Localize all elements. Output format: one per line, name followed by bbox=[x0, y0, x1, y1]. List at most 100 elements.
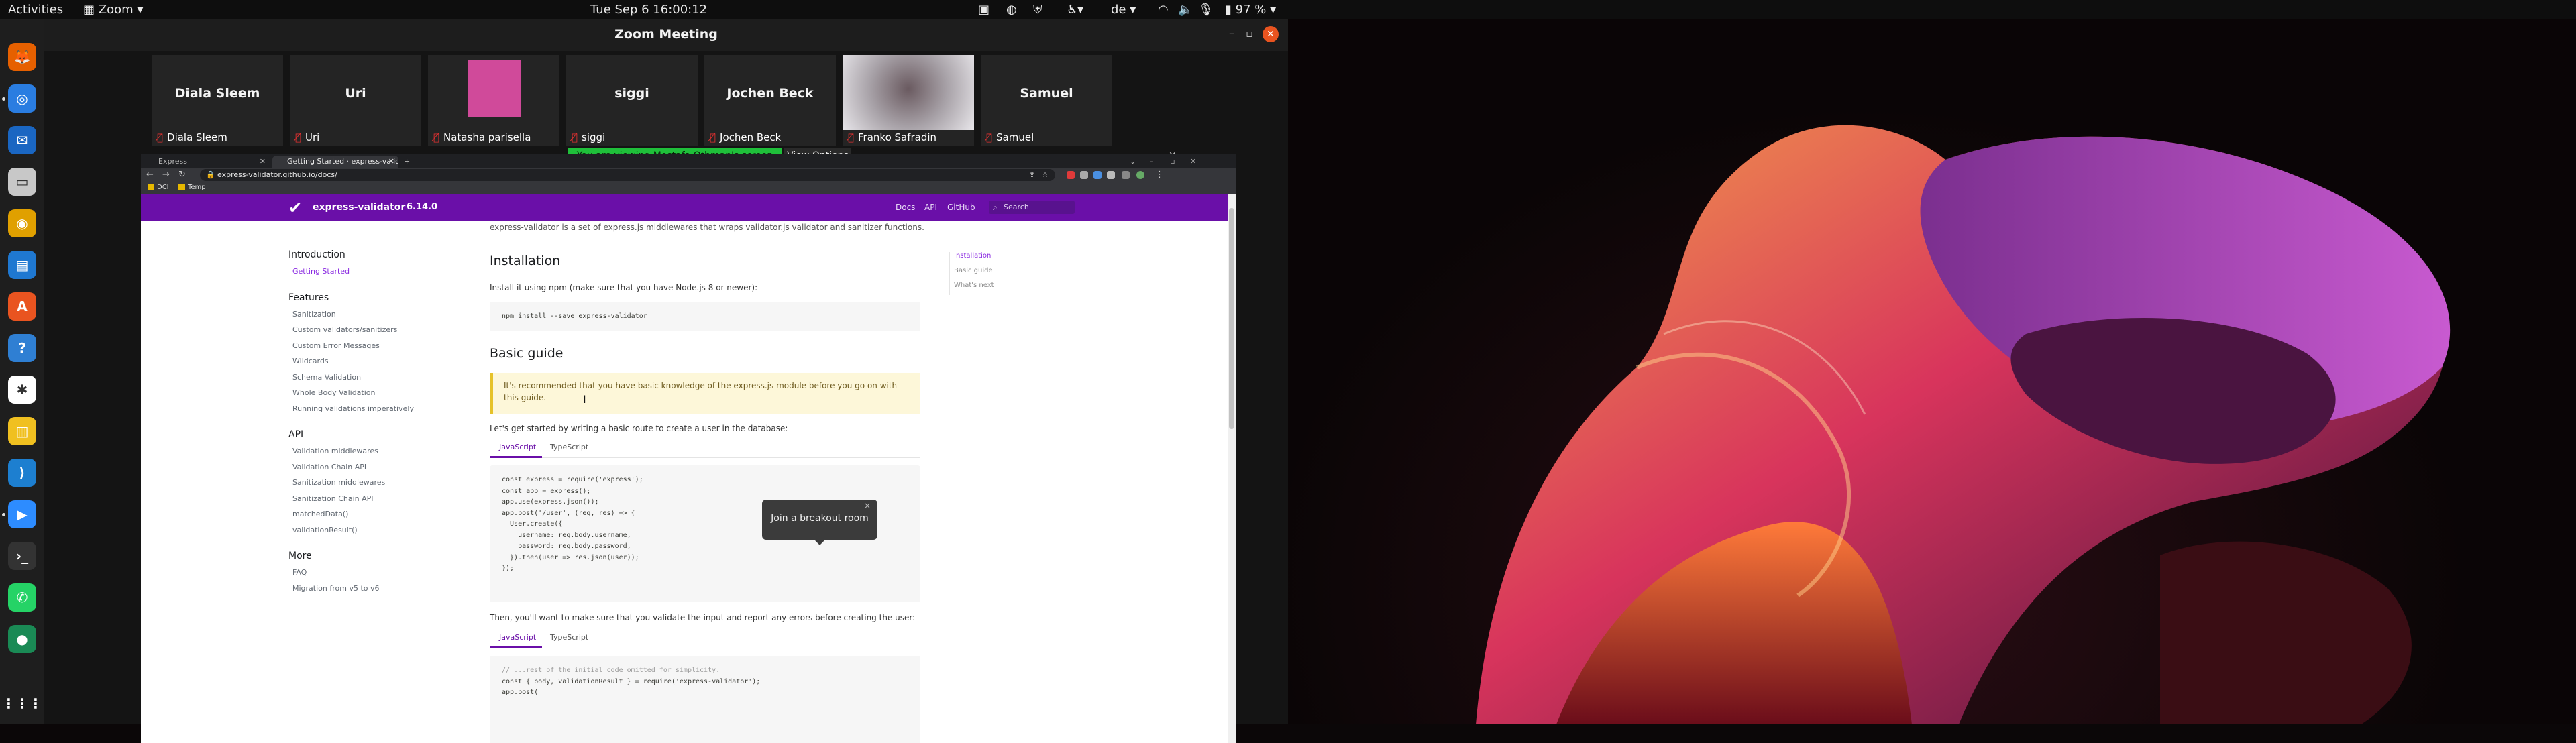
tab-typescript[interactable]: TypeScript bbox=[550, 633, 588, 642]
clock[interactable]: Tue Sep 6 16:00:12 bbox=[590, 3, 707, 17]
tab-search-icon[interactable]: ⌄ bbox=[1127, 156, 1140, 168]
sidebar-item[interactable]: Sanitization middlewares bbox=[292, 478, 385, 487]
help-icon[interactable]: ? bbox=[8, 334, 36, 362]
share-page-icon[interactable]: ⇪ bbox=[1029, 169, 1035, 181]
toc-item-installation[interactable]: Installation bbox=[954, 252, 991, 260]
zoom-tray-icon[interactable]: ▣ bbox=[978, 3, 989, 17]
battery-indicator[interactable]: ▮ 97 % ▾ bbox=[1225, 3, 1276, 17]
sidebar-item[interactable]: matchedData() bbox=[292, 510, 348, 518]
page-scrollbar[interactable] bbox=[1228, 194, 1236, 743]
nav-docs[interactable]: Docs bbox=[896, 203, 915, 212]
extension-icon[interactable] bbox=[1080, 171, 1088, 179]
sidebar-item[interactable]: Sanitization Chain API bbox=[292, 494, 374, 503]
sidebar-heading[interactable]: More bbox=[288, 551, 312, 561]
firefox-icon[interactable]: 🦊 bbox=[8, 43, 36, 71]
minimize-button[interactable]: – bbox=[1229, 27, 1234, 40]
sidebar-icon[interactable] bbox=[1122, 171, 1130, 179]
nav-api[interactable]: API bbox=[924, 203, 937, 212]
install-code-block[interactable]: npm install --save express-validator bbox=[490, 302, 920, 331]
terminal-icon[interactable]: ›_ bbox=[8, 542, 36, 570]
tab-javascript[interactable]: JavaScript bbox=[499, 633, 536, 642]
sidebar-item[interactable]: Sanitization bbox=[292, 310, 336, 319]
sidebar-item[interactable]: validationResult() bbox=[292, 526, 358, 534]
sidebar-item[interactable]: Migration from v5 to v6 bbox=[292, 584, 380, 593]
more-menu-icon[interactable]: ⋮ bbox=[1155, 170, 1164, 180]
tab-typescript[interactable]: TypeScript bbox=[550, 443, 588, 451]
breakout-room-popup[interactable]: × Join a breakout room bbox=[762, 500, 877, 545]
sidebar-heading[interactable]: Introduction bbox=[288, 249, 345, 260]
shield-tray-icon[interactable]: ⛨ bbox=[1033, 3, 1042, 17]
code-block-validation[interactable]: // ...rest of the initial code omitted f… bbox=[490, 656, 920, 743]
files-icon[interactable]: ▭ bbox=[8, 168, 36, 196]
slack-icon[interactable]: ✱ bbox=[8, 376, 36, 404]
toc-item-whats-next[interactable]: What's next bbox=[954, 282, 994, 289]
browser-tab-getting-started[interactable]: Getting Started · express-validat ✕ bbox=[272, 156, 398, 168]
close-icon[interactable]: × bbox=[864, 501, 871, 510]
back-icon[interactable]: ← bbox=[146, 170, 154, 180]
volume-icon[interactable]: 🔈 bbox=[1178, 3, 1193, 17]
sidebar-item[interactable]: Custom validators/sanitizers bbox=[292, 325, 397, 334]
nav-github[interactable]: GitHub bbox=[947, 203, 975, 212]
browser-minimize-icon[interactable]: – bbox=[1147, 156, 1161, 168]
sidebar-item[interactable]: Custom Error Messages bbox=[292, 341, 380, 350]
new-tab-icon[interactable]: + bbox=[400, 156, 416, 168]
extension-icon[interactable] bbox=[1093, 171, 1102, 179]
participant-tile[interactable]: siggi 🎙̸ siggi bbox=[566, 55, 698, 146]
software-icon[interactable]: A bbox=[8, 292, 36, 321]
app-menu-button[interactable]: ▦ Zoom ▾ bbox=[83, 3, 143, 17]
site-version[interactable]: 6.14.0 bbox=[407, 202, 437, 212]
keyboard-layout[interactable]: de ▾ bbox=[1111, 3, 1136, 17]
sidebar-item[interactable]: Running validations imperatively bbox=[292, 404, 414, 413]
forward-icon[interactable]: → bbox=[162, 170, 170, 180]
sidebar-item[interactable]: Whole Body Validation bbox=[292, 388, 375, 397]
participant-tile[interactable]: Uri 🎙̸ Uri bbox=[290, 55, 421, 146]
vscode-icon[interactable]: ⟩ bbox=[8, 459, 36, 487]
bookmark-folder-dci[interactable]: DCI bbox=[148, 184, 169, 191]
gnome-icon[interactable]: ● bbox=[8, 625, 36, 653]
grid-icon[interactable]: ⋮⋮⋮ bbox=[2, 689, 42, 718]
sidebar-item[interactable]: Validation Chain API bbox=[292, 463, 366, 471]
puzzle-icon[interactable] bbox=[1107, 171, 1115, 179]
browser-tab-express[interactable]: Express ✕ bbox=[144, 156, 270, 168]
toc-item-basic-guide[interactable]: Basic guide bbox=[954, 267, 993, 274]
participant-tile[interactable]: Samuel 🎙̸ Samuel bbox=[981, 55, 1112, 146]
tab-javascript[interactable]: JavaScript bbox=[499, 443, 536, 451]
accessibility-icon[interactable]: ♿▾ bbox=[1067, 3, 1083, 17]
profile-avatar[interactable] bbox=[1136, 171, 1144, 179]
site-brand[interactable]: express-validator bbox=[313, 202, 405, 213]
sidebar-heading[interactable]: API bbox=[288, 429, 303, 440]
sidebar-item[interactable]: FAQ bbox=[292, 568, 307, 577]
sidebar-item[interactable]: Validation middlewares bbox=[292, 447, 378, 455]
close-button[interactable]: ✕ bbox=[1263, 26, 1279, 42]
bookmark-folder-temp[interactable]: Temp bbox=[178, 184, 206, 191]
maximize-button[interactable]: ▫ bbox=[1246, 27, 1253, 40]
tab-close-icon[interactable]: ✕ bbox=[260, 156, 266, 168]
sidebar-item[interactable]: Getting Started bbox=[292, 267, 350, 276]
activities-button[interactable]: Activities bbox=[8, 3, 63, 17]
zoom-icon[interactable]: ▶ bbox=[8, 500, 36, 528]
browser-maximize-icon[interactable]: ▫ bbox=[1167, 156, 1181, 168]
browser-close-icon[interactable]: ✕ bbox=[1187, 156, 1201, 168]
whatsapp-icon[interactable]: ✆ bbox=[8, 583, 36, 612]
checkmark-logo-icon[interactable]: ✔ bbox=[288, 198, 302, 217]
record-tray-icon[interactable]: ◍ bbox=[1006, 3, 1017, 17]
tab-close-icon[interactable]: ✕ bbox=[388, 156, 394, 168]
sidebar-heading[interactable]: Features bbox=[288, 292, 329, 303]
microphone-icon[interactable]: 🎙 bbox=[1198, 3, 1214, 17]
sidebar-item[interactable]: Schema Validation bbox=[292, 373, 361, 382]
writer-icon[interactable]: ▤ bbox=[8, 251, 36, 279]
participant-tile[interactable]: Jochen Beck 🎙̸ Jochen Beck bbox=[704, 55, 836, 146]
bookmark-star-icon[interactable]: ☆ bbox=[1042, 169, 1049, 181]
notes-icon[interactable]: ▥ bbox=[8, 417, 36, 445]
scrollbar-thumb[interactable] bbox=[1229, 208, 1234, 429]
thunderbird-icon[interactable]: ✉ bbox=[8, 126, 36, 154]
wifi-icon[interactable]: ◠ bbox=[1158, 3, 1169, 17]
site-search-input[interactable]: ⌕ Search bbox=[989, 201, 1075, 214]
address-bar[interactable]: 🔒 express-validator.github.io/docs/ ⇪ ☆ bbox=[200, 169, 1055, 181]
reload-icon[interactable]: ↻ bbox=[178, 170, 186, 180]
sidebar-item[interactable]: Wildcards bbox=[292, 357, 329, 365]
participant-tile[interactable]: 🎙̸ Franko Safradin bbox=[843, 55, 974, 146]
chrome-icon[interactable]: ◎ bbox=[8, 84, 36, 113]
rhythmbox-icon[interactable]: ◉ bbox=[8, 209, 36, 237]
adblock-extension-icon[interactable] bbox=[1067, 171, 1075, 179]
